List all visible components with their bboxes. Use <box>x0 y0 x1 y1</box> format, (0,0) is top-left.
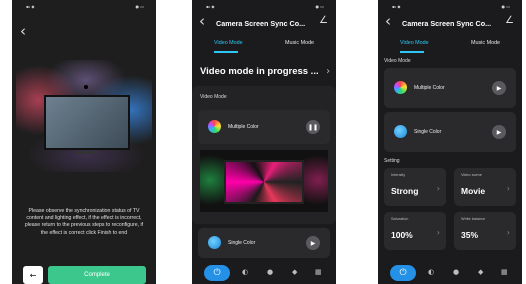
mode-name: Single Color <box>228 240 256 246</box>
page-title: Camera Screen Sync Co... <box>216 19 306 28</box>
mode-card-multiple-color[interactable]: Multiple Color ▶ <box>384 68 516 108</box>
setting-value: Movie <box>461 186 486 196</box>
tab-video-mode[interactable]: Video Mode <box>400 40 429 46</box>
mode-tabs: Video Mode Music Mode <box>378 40 522 53</box>
mode-name: Single Color <box>414 129 442 135</box>
tab-video-mode[interactable]: Video Mode <box>214 40 243 46</box>
mode-card-single-color[interactable]: Single Color ▶ <box>198 228 330 258</box>
chevron-right-icon: › <box>436 228 440 237</box>
grid-icon[interactable]: ▦ <box>501 268 508 276</box>
video-mode-panel: Video Mode Multiple Color ❚❚ <box>192 86 336 224</box>
setting-label: Saturation <box>391 217 409 221</box>
status-bar: ▪ᵢₗ ◆ ● ▭ <box>12 4 156 12</box>
chevron-right-icon: › <box>506 184 510 193</box>
setting-label: Video scene <box>461 173 482 177</box>
video-mode-settings-screen: ▪ᵢₗ ◆ ● ▭ ‹ Camera Screen Sync Co... ∠ V… <box>378 0 522 284</box>
tv-camera-icon <box>84 85 88 89</box>
status-heading-text: Video mode in progress ... <box>200 66 319 77</box>
chevron-right-icon: › <box>326 66 330 77</box>
previous-step-button[interactable]: ← <box>23 266 43 284</box>
power-button[interactable]: ⏻ <box>390 265 416 281</box>
palette-icon[interactable]: ◐ <box>242 268 248 276</box>
mode-name: Multiple Color <box>414 85 445 91</box>
tv-screen <box>44 95 130 150</box>
back-chevron-icon[interactable]: ‹ <box>20 24 26 39</box>
setting-value: 35% <box>461 230 479 240</box>
setting-label: White balance <box>461 217 486 221</box>
play-icon[interactable]: ▶ <box>306 236 320 250</box>
status-bar: ▪ᵢₗ ◆ ● ▭ <box>192 4 336 12</box>
single-color-icon <box>394 125 407 138</box>
back-chevron-icon[interactable]: ‹ <box>199 14 205 29</box>
active-tab-indicator <box>400 51 424 53</box>
setting-value: 100% <box>391 230 413 240</box>
arrow-left-icon: ← <box>29 270 37 280</box>
multi-color-icon <box>208 120 221 133</box>
mode-name: Multiple Color <box>228 124 259 130</box>
single-color-icon <box>208 236 221 249</box>
bottom-nav: ⏻ ◐ ● ◆ ▦ <box>378 260 522 284</box>
bottom-nav: ⏻ ◐ ● ◆ ▦ <box>192 260 336 284</box>
multi-color-icon <box>394 81 407 94</box>
setting-white-balance[interactable]: White balance 35% › <box>454 212 516 250</box>
chat-icon[interactable]: ◆ <box>292 268 297 276</box>
mode-tabs: Video Mode Music Mode <box>192 40 336 53</box>
page-title: Camera Screen Sync Co... <box>402 19 492 28</box>
bulb-icon[interactable]: ● <box>267 268 273 276</box>
setting-value: Strong <box>391 186 419 196</box>
play-icon[interactable]: ▶ <box>492 125 506 139</box>
battery-icon: ● ▭ <box>315 4 324 9</box>
tv-stand <box>76 151 98 154</box>
palette-icon[interactable]: ◐ <box>428 268 434 276</box>
sync-check-screen: ▪ᵢₗ ◆ ● ▭ ‹ Please observe the synchroni… <box>12 0 156 284</box>
setting-intensity[interactable]: Intensity Strong › <box>384 168 446 206</box>
edit-icon[interactable]: ∠ <box>319 15 328 26</box>
tab-music-mode[interactable]: Music Mode <box>471 40 500 46</box>
chevron-right-icon: › <box>506 228 510 237</box>
back-chevron-icon[interactable]: ‹ <box>385 14 391 29</box>
signal-icon: ▪ᵢₗ ◆ <box>206 4 215 9</box>
section-label: Video Mode <box>200 94 227 100</box>
battery-icon: ● ▭ <box>135 4 144 9</box>
bulb-icon[interactable]: ● <box>453 268 459 276</box>
pause-icon[interactable]: ❚❚ <box>306 120 320 134</box>
complete-button[interactable]: Complete <box>48 266 146 284</box>
battery-icon: ● ▭ <box>501 4 510 9</box>
complete-label: Complete <box>84 272 110 278</box>
settings-label: Setting <box>384 158 400 164</box>
signal-icon: ▪ᵢₗ ◆ <box>26 4 35 9</box>
mode-card-single-color[interactable]: Single Color ▶ <box>384 112 516 152</box>
power-button[interactable]: ⏻ <box>204 265 230 281</box>
status-bar: ▪ᵢₗ ◆ ● ▭ <box>378 4 522 12</box>
power-icon: ⏻ <box>213 268 221 278</box>
video-preview-image <box>200 150 328 212</box>
mode-card-multiple-color[interactable]: Multiple Color ❚❚ <box>198 110 330 144</box>
active-tab-indicator <box>214 51 238 53</box>
power-icon: ⏻ <box>399 268 407 278</box>
chevron-right-icon: › <box>436 184 440 193</box>
edit-icon[interactable]: ∠ <box>505 15 514 26</box>
instruction-text: Please observe the synchronization statu… <box>24 208 144 236</box>
setting-saturation[interactable]: Saturation 100% › <box>384 212 446 250</box>
grid-icon[interactable]: ▦ <box>315 268 322 276</box>
tab-music-mode[interactable]: Music Mode <box>285 40 314 46</box>
setting-label: Intensity <box>391 173 406 177</box>
section-label: Video Mode <box>384 58 411 64</box>
play-icon[interactable]: ▶ <box>492 81 506 95</box>
setting-video-scene[interactable]: Video scene Movie › <box>454 168 516 206</box>
signal-icon: ▪ᵢₗ ◆ <box>392 4 401 9</box>
video-mode-running-screen: ▪ᵢₗ ◆ ● ▭ ‹ Camera Screen Sync Co... ∠ V… <box>192 0 336 284</box>
status-heading[interactable]: Video mode in progress ... › <box>200 66 330 82</box>
chat-icon[interactable]: ◆ <box>478 268 483 276</box>
tv-ambilight-illustration <box>16 60 152 172</box>
